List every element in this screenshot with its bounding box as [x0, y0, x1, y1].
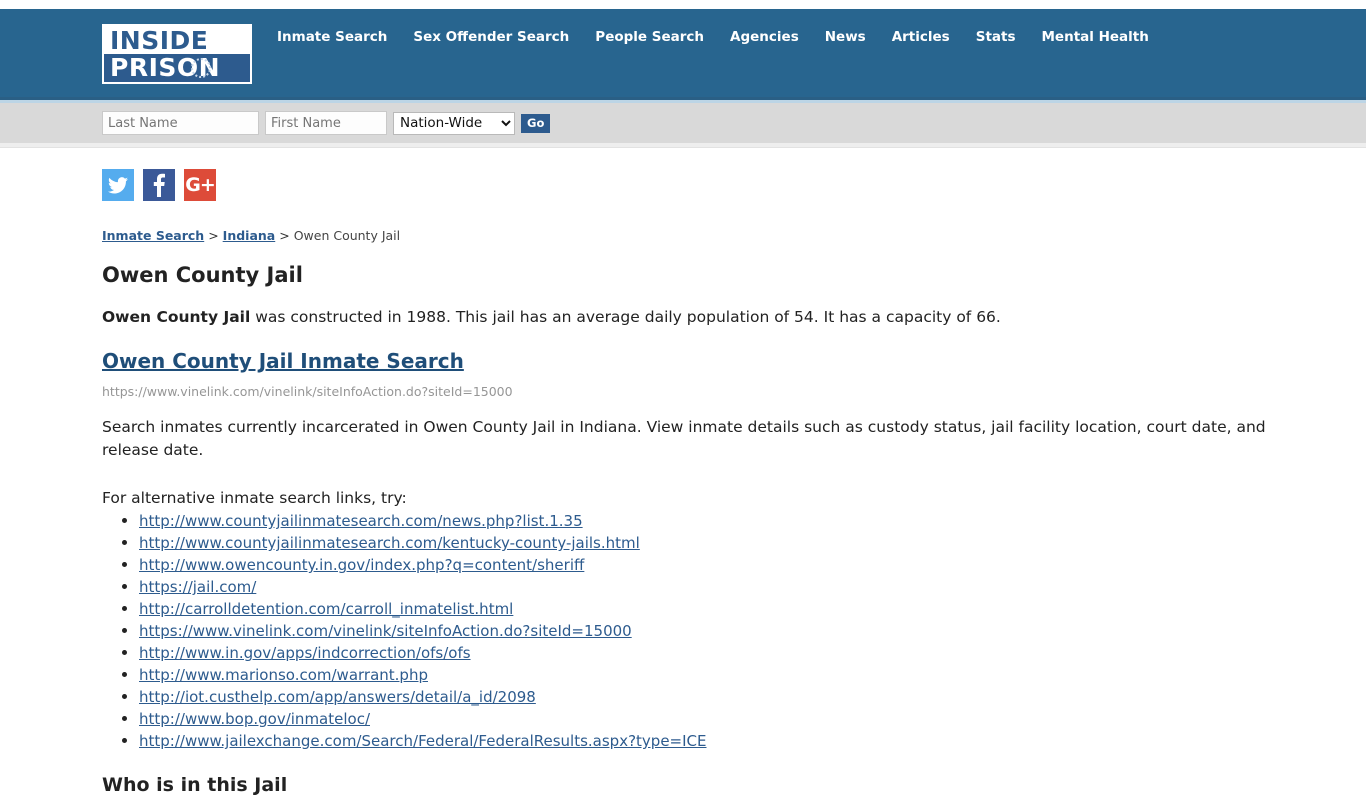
list-item: http://www.marionso.com/warrant.php: [139, 664, 1306, 686]
breadcrumb-item-indiana[interactable]: Indiana: [223, 228, 276, 243]
alt-link[interactable]: http://www.marionso.com/warrant.php: [139, 666, 428, 684]
site-header: INSIDE PRISON Inmate Search Sex Offender…: [0, 9, 1366, 100]
site-logo[interactable]: INSIDE PRISON: [102, 24, 252, 84]
page-content: G+ Inmate Search > Indiana > Owen County…: [0, 169, 1366, 796]
globe-ring-icon: [191, 58, 211, 78]
list-item: http://www.jailexchange.com/Search/Feder…: [139, 730, 1306, 752]
list-item: https://www.vinelink.com/vinelink/siteIn…: [139, 620, 1306, 642]
alt-link[interactable]: http://www.jailexchange.com/Search/Feder…: [139, 732, 707, 750]
logo-line-inside: INSIDE: [104, 26, 250, 55]
alt-link[interactable]: http://www.in.gov/apps/indcorrection/ofs…: [139, 644, 471, 662]
list-item: https://jail.com/: [139, 576, 1306, 598]
list-item: http://www.bop.gov/inmateloc/: [139, 708, 1306, 730]
list-item: http://iot.custhelp.com/app/answers/deta…: [139, 686, 1306, 708]
alt-link[interactable]: http://carrolldetention.com/carroll_inma…: [139, 600, 513, 618]
inmate-search-url: https://www.vinelink.com/vinelink/siteIn…: [102, 384, 513, 399]
last-name-input[interactable]: [102, 111, 259, 135]
alt-link[interactable]: http://www.bop.gov/inmateloc/: [139, 710, 370, 728]
alt-link[interactable]: http://iot.custhelp.com/app/answers/deta…: [139, 688, 536, 706]
inmate-search-link[interactable]: Owen County Jail Inmate Search: [102, 349, 464, 373]
nav-item-people-search[interactable]: People Search: [595, 29, 704, 45]
search-bar: Nation-Wide Go: [0, 100, 1366, 143]
logo-line-prison: PRISON: [104, 54, 250, 82]
scope-select[interactable]: Nation-Wide: [393, 111, 515, 135]
facility-intro-rest: was constructed in 1988. This jail has a…: [250, 308, 1001, 326]
nav-item-inmate-search[interactable]: Inmate Search: [277, 29, 387, 45]
facility-name-bold: Owen County Jail: [102, 308, 251, 326]
go-button[interactable]: Go: [521, 113, 551, 133]
alt-link[interactable]: http://www.owencounty.in.gov/index.php?q…: [139, 556, 584, 574]
facility-intro-paragraph: Owen County Jail was constructed in 1988…: [102, 306, 1306, 328]
list-item: http://www.in.gov/apps/indcorrection/ofs…: [139, 642, 1306, 664]
social-share-bar: G+: [102, 169, 1306, 201]
google-plus-label: G+: [185, 173, 215, 196]
alt-link[interactable]: http://www.countyjailinmatesearch.com/ne…: [139, 512, 583, 530]
nav-item-agencies[interactable]: Agencies: [730, 29, 799, 45]
nav-item-news[interactable]: News: [825, 29, 866, 45]
first-name-input[interactable]: [265, 111, 387, 135]
facility-description: Search inmates currently incarcerated in…: [102, 418, 1266, 459]
top-white-strip: [0, 0, 1366, 9]
nav-item-sex-offender-search[interactable]: Sex Offender Search: [413, 29, 569, 45]
breadcrumb-separator-2: >: [279, 228, 290, 243]
google-plus-icon[interactable]: G+: [184, 169, 216, 201]
alt-link[interactable]: http://www.countyjailinmatesearch.com/ke…: [139, 534, 640, 552]
list-item: http://carrolldetention.com/carroll_inma…: [139, 598, 1306, 620]
main-navigation: Inmate Search Sex Offender Search People…: [277, 29, 1149, 45]
who-is-in-this-jail-heading: Who is in this Jail: [102, 774, 288, 796]
breadcrumb: Inmate Search > Indiana > Owen County Ja…: [102, 228, 1306, 243]
alternative-links-intro: For alternative inmate search links, try…: [102, 489, 407, 507]
list-item: http://www.countyjailinmatesearch.com/ne…: [139, 510, 1306, 532]
search-form: Nation-Wide Go: [102, 111, 551, 135]
alt-link[interactable]: https://www.vinelink.com/vinelink/siteIn…: [139, 622, 632, 640]
breadcrumb-separator-1: >: [208, 228, 219, 243]
list-item: http://www.countyjailinmatesearch.com/ke…: [139, 532, 1306, 554]
nav-item-articles[interactable]: Articles: [892, 29, 950, 45]
alt-link[interactable]: https://jail.com/: [139, 578, 256, 596]
search-bar-shadow: [0, 143, 1366, 148]
alternative-links-list: http://www.countyjailinmatesearch.com/ne…: [102, 510, 1306, 752]
breadcrumb-item-current: Owen County Jail: [293, 228, 401, 243]
nav-item-mental-health[interactable]: Mental Health: [1042, 29, 1149, 45]
facebook-icon[interactable]: [143, 169, 175, 201]
nav-item-stats[interactable]: Stats: [976, 29, 1016, 45]
page-title: Owen County Jail: [102, 263, 303, 287]
list-item: http://www.owencounty.in.gov/index.php?q…: [139, 554, 1306, 576]
breadcrumb-item-inmate-search[interactable]: Inmate Search: [102, 228, 204, 243]
twitter-icon[interactable]: [102, 169, 134, 201]
inmate-search-heading: Owen County Jail Inmate Search: [102, 349, 1306, 373]
